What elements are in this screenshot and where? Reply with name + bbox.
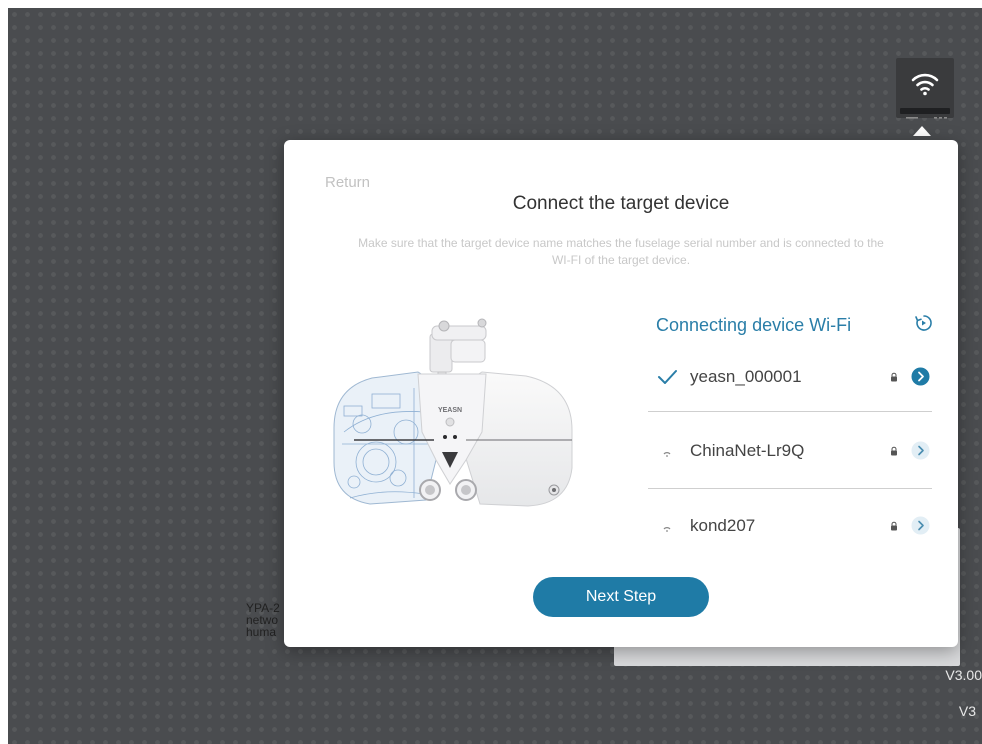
dialog-subtitle: Make sure that the target device name ma… [358, 236, 884, 267]
lock-icon [891, 446, 897, 456]
dialog-title: Connect the target device [512, 193, 730, 214]
wifi-network-row[interactable]: kond207 [646, 507, 932, 547]
wifi-signal-icon [663, 527, 671, 532]
checkmark-icon [658, 370, 677, 384]
refresh-icon[interactable] [913, 312, 935, 334]
phoropter-device-image: YEASN [333, 318, 573, 507]
lock-icon [891, 372, 897, 382]
wifi-signal-icon [663, 452, 671, 457]
chevron-right-icon[interactable] [911, 516, 930, 535]
return-link[interactable]: Return [325, 174, 370, 191]
next-step-button[interactable]: Next Step [533, 577, 709, 617]
wifi-network-row[interactable]: ChinaNet-Lr9Q [646, 432, 932, 472]
device-logo: YEASN [438, 407, 462, 414]
version-short-label: V3 [958, 703, 976, 719]
version-label: V3.00 [945, 667, 982, 683]
wifi-router-icon[interactable] [896, 58, 954, 119]
wifi-network-row[interactable]: yeasn_000001 [646, 358, 932, 398]
wifi-ssid: ChinaNet-Lr9Q [690, 441, 805, 460]
router-strip [900, 108, 950, 119]
wifi-ssid: kond207 [690, 516, 756, 535]
wifi-icon [911, 73, 939, 96]
dialog-pointer [913, 126, 931, 136]
lock-icon [891, 521, 897, 531]
wifi-ssid: yeasn_000001 [690, 367, 802, 386]
wifi-divider [648, 488, 932, 489]
wifi-divider [648, 411, 932, 412]
chevron-right-icon[interactable] [911, 441, 930, 460]
wifi-section-title: Connecting device Wi-Fi [656, 315, 852, 335]
chevron-right-icon[interactable] [911, 367, 930, 386]
connect-device-dialog: Return Connect the target device Make su… [284, 140, 958, 647]
